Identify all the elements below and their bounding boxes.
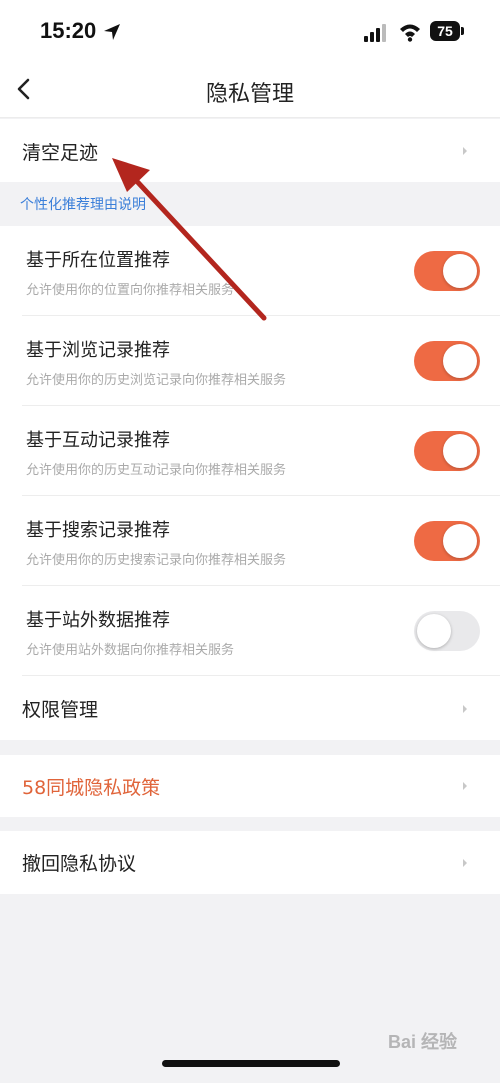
toggle-row-browsing: 基于浏览记录推荐 允许使用你的历史浏览记录向你推荐相关服务 [0,316,500,406]
toggle-title: 基于所在位置推荐 [26,250,170,271]
toggle-title: 基于站外数据推荐 [26,610,170,631]
toggle-subtitle: 允许使用站外数据向你推荐相关服务 [26,643,235,658]
location-toggle-switch[interactable] [414,251,480,291]
toggle-row-search: 基于搜索记录推荐 允许使用你的历史搜索记录向你推荐相关服务 [0,496,500,586]
revoke-privacy-label: 撤回隐私协议 [22,853,137,875]
cellular-signal-icon [364,24,386,42]
home-indicator [162,1060,340,1067]
browsing-toggle-switch[interactable] [414,341,480,381]
privacy-policy-row[interactable]: 58同城隐私政策 [0,755,500,817]
chevron-right-icon [463,859,467,867]
status-time: 15:20 [40,18,97,43]
chevron-right-icon [463,147,467,155]
chevron-right-icon [463,782,467,790]
status-bar: 15:20 75 [0,0,500,64]
revoke-privacy-row[interactable]: 撤回隐私协议 [0,831,500,894]
toggle-knob [443,344,477,378]
toggle-knob [443,524,477,558]
wifi-icon [400,24,420,42]
clear-history-row[interactable]: 清空足迹 [0,119,500,182]
privacy-policy-label: 58同城隐私政策 [22,777,161,799]
battery-indicator: 75 [430,21,460,41]
toggle-subtitle: 允许使用你的历史搜索记录向你推荐相关服务 [26,553,287,568]
page-title: 隐私管理 [205,82,294,107]
toggle-knob [443,434,477,468]
permission-management-label: 权限管理 [22,699,99,721]
toggle-subtitle: 允许使用你的历史浏览记录向你推荐相关服务 [26,373,287,388]
recommendation-explanation-link[interactable]: 个性化推荐理由说明 [20,194,146,214]
toggle-title: 基于搜索记录推荐 [26,520,170,541]
watermark: Bai 经验 [388,1032,458,1052]
toggle-knob [417,614,451,648]
toggle-knob [443,254,477,288]
toggle-title: 基于互动记录推荐 [26,430,170,451]
nav-bar: 隐私管理 [0,64,500,118]
battery-nub [461,27,464,35]
toggle-subtitle: 允许使用你的位置向你推荐相关服务 [26,283,235,298]
toggle-subtitle: 允许使用你的历史互动记录向你推荐相关服务 [26,463,287,478]
section-header: 个性化推荐理由说明 [0,182,500,226]
interaction-toggle-switch[interactable] [414,431,480,471]
permission-management-row[interactable]: 权限管理 [0,676,500,740]
search-toggle-switch[interactable] [414,521,480,561]
toggle-row-interaction: 基于互动记录推荐 允许使用你的历史互动记录向你推荐相关服务 [0,406,500,496]
toggle-row-location: 基于所在位置推荐 允许使用你的位置向你推荐相关服务 [0,226,500,316]
toggle-title: 基于浏览记录推荐 [26,340,170,361]
location-arrow-icon [104,24,120,40]
offsite-toggle-switch[interactable] [414,611,480,651]
clear-history-label: 清空足迹 [22,142,99,164]
toggle-row-offsite: 基于站外数据推荐 允许使用站外数据向你推荐相关服务 [0,586,500,676]
chevron-right-icon [463,705,467,713]
